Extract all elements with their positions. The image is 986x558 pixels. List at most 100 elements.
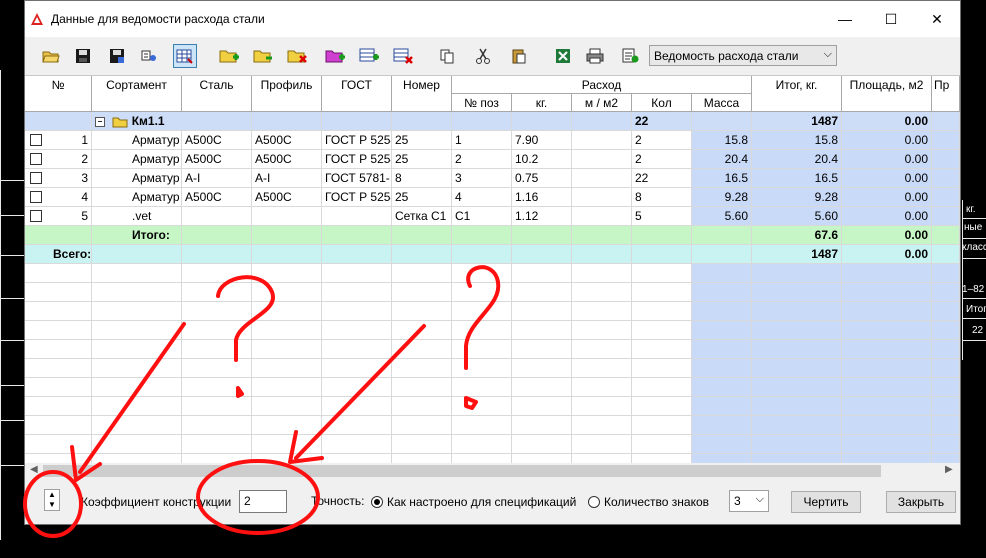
row-checkbox[interactable] [30, 172, 42, 184]
col-header-m-m2[interactable]: м / м2 [572, 94, 632, 112]
empty-cell[interactable] [252, 340, 322, 359]
cell-npos[interactable]: С1 [452, 207, 512, 226]
empty-cell[interactable] [752, 340, 842, 359]
empty-cell[interactable] [752, 283, 842, 302]
empty-cell[interactable] [252, 359, 322, 378]
empty-cell[interactable] [25, 435, 92, 454]
report-type-dropdown[interactable]: Ведомость расхода стали ⌵ [649, 45, 837, 66]
col-header-massa[interactable]: Масса [692, 94, 752, 112]
empty-cell[interactable] [842, 283, 932, 302]
cell-kg[interactable]: 0.75 [512, 169, 572, 188]
empty-cell[interactable] [752, 302, 842, 321]
empty-cell[interactable] [252, 321, 322, 340]
row-checkbox[interactable] [30, 210, 42, 222]
empty-cell[interactable] [25, 397, 92, 416]
empty-cell[interactable] [842, 359, 932, 378]
empty-cell[interactable] [322, 321, 392, 340]
group-row[interactable]: − Км1.1 22 1487 0.00 [25, 112, 960, 131]
empty-cell[interactable] [842, 378, 932, 397]
empty-row[interactable] [25, 283, 960, 302]
minimize-button[interactable]: — [822, 1, 868, 37]
empty-cell[interactable] [932, 359, 960, 378]
empty-cell[interactable] [512, 378, 572, 397]
cell-extra[interactable] [932, 169, 960, 188]
col-header-extra[interactable]: Пр [932, 76, 960, 112]
cell-gost[interactable] [322, 207, 392, 226]
empty-cell[interactable] [182, 359, 252, 378]
grid-edit-icon[interactable] [173, 44, 197, 68]
cell-itog[interactable]: 16.5 [752, 169, 842, 188]
table-row[interactable]: 5 .vet Сетка С1 С1 1.12 5 5.60 5.60 0.00 [25, 207, 960, 226]
cell-npos[interactable]: 2 [452, 150, 512, 169]
title-bar[interactable]: Данные для ведомости расхода стали — ☐ ✕ [25, 1, 960, 37]
cell-area[interactable]: 0.00 [842, 169, 932, 188]
empty-cell[interactable] [252, 264, 322, 283]
empty-cell[interactable] [692, 302, 752, 321]
cell-npos[interactable]: 4 [452, 188, 512, 207]
col-header-kol[interactable]: Кол [632, 94, 692, 112]
cell-num[interactable]: 4 [25, 188, 92, 207]
cell-area[interactable]: 0.00 [842, 207, 932, 226]
cell-sortament[interactable]: Арматур [92, 131, 182, 150]
empty-cell[interactable] [572, 321, 632, 340]
empty-cell[interactable] [572, 340, 632, 359]
cell-sortament[interactable]: .vet [92, 207, 182, 226]
empty-cell[interactable] [92, 359, 182, 378]
draw-button[interactable]: Чертить [791, 491, 861, 513]
add-subfolder-icon[interactable] [251, 44, 275, 68]
cell-kg[interactable]: 10.2 [512, 150, 572, 169]
cell-massa[interactable]: 9.28 [692, 188, 752, 207]
empty-cell[interactable] [842, 302, 932, 321]
empty-cell[interactable] [322, 416, 392, 435]
cell-extra[interactable] [932, 207, 960, 226]
radio-spec-settings[interactable] [371, 496, 383, 508]
cell-massa[interactable]: 16.5 [692, 169, 752, 188]
scroll-right-icon[interactable]: ▶ [945, 464, 953, 475]
empty-cell[interactable] [322, 397, 392, 416]
empty-cell[interactable] [632, 264, 692, 283]
empty-cell[interactable] [632, 359, 692, 378]
cell-itog[interactable]: 9.28 [752, 188, 842, 207]
cell-steel[interactable]: А500С [182, 150, 252, 169]
cell-sortament[interactable]: Арматур [92, 150, 182, 169]
empty-cell[interactable] [322, 283, 392, 302]
radio-digit-count[interactable] [588, 496, 600, 508]
empty-cell[interactable] [512, 321, 572, 340]
empty-cell[interactable] [932, 340, 960, 359]
empty-cell[interactable] [452, 340, 512, 359]
cell-profile[interactable]: А500С [252, 188, 322, 207]
empty-cell[interactable] [842, 397, 932, 416]
empty-cell[interactable] [512, 397, 572, 416]
row-checkbox[interactable] [30, 134, 42, 146]
empty-cell[interactable] [25, 321, 92, 340]
cell-profile[interactable] [252, 207, 322, 226]
cell-steel[interactable]: А500С [182, 131, 252, 150]
cut-icon[interactable] [471, 44, 495, 68]
empty-cell[interactable] [92, 435, 182, 454]
cell-num[interactable]: 2 [25, 150, 92, 169]
scrollbar-thumb[interactable] [43, 465, 881, 477]
empty-row[interactable] [25, 359, 960, 378]
col-header-num[interactable]: № [25, 76, 92, 112]
empty-cell[interactable] [392, 397, 452, 416]
cell-kg[interactable]: 1.16 [512, 188, 572, 207]
empty-cell[interactable] [25, 359, 92, 378]
cell-nomer[interactable]: 25 [392, 188, 452, 207]
cell-extra[interactable] [932, 131, 960, 150]
empty-cell[interactable] [752, 397, 842, 416]
cell-sortament[interactable]: Арматур [92, 188, 182, 207]
cell-itog[interactable]: 5.60 [752, 207, 842, 226]
copy-icon[interactable] [435, 44, 459, 68]
empty-cell[interactable] [632, 378, 692, 397]
cell-npos[interactable]: 3 [452, 169, 512, 188]
scroll-left-icon[interactable]: ◀ [30, 464, 38, 475]
cell-itog[interactable]: 20.4 [752, 150, 842, 169]
excel-icon[interactable] [551, 44, 575, 68]
empty-row[interactable] [25, 435, 960, 454]
collapse-icon[interactable]: − [95, 116, 105, 127]
empty-cell[interactable] [392, 340, 452, 359]
cell-kg[interactable]: 1.12 [512, 207, 572, 226]
cell-area[interactable]: 0.00 [842, 188, 932, 207]
empty-cell[interactable] [252, 302, 322, 321]
empty-cell[interactable] [752, 321, 842, 340]
